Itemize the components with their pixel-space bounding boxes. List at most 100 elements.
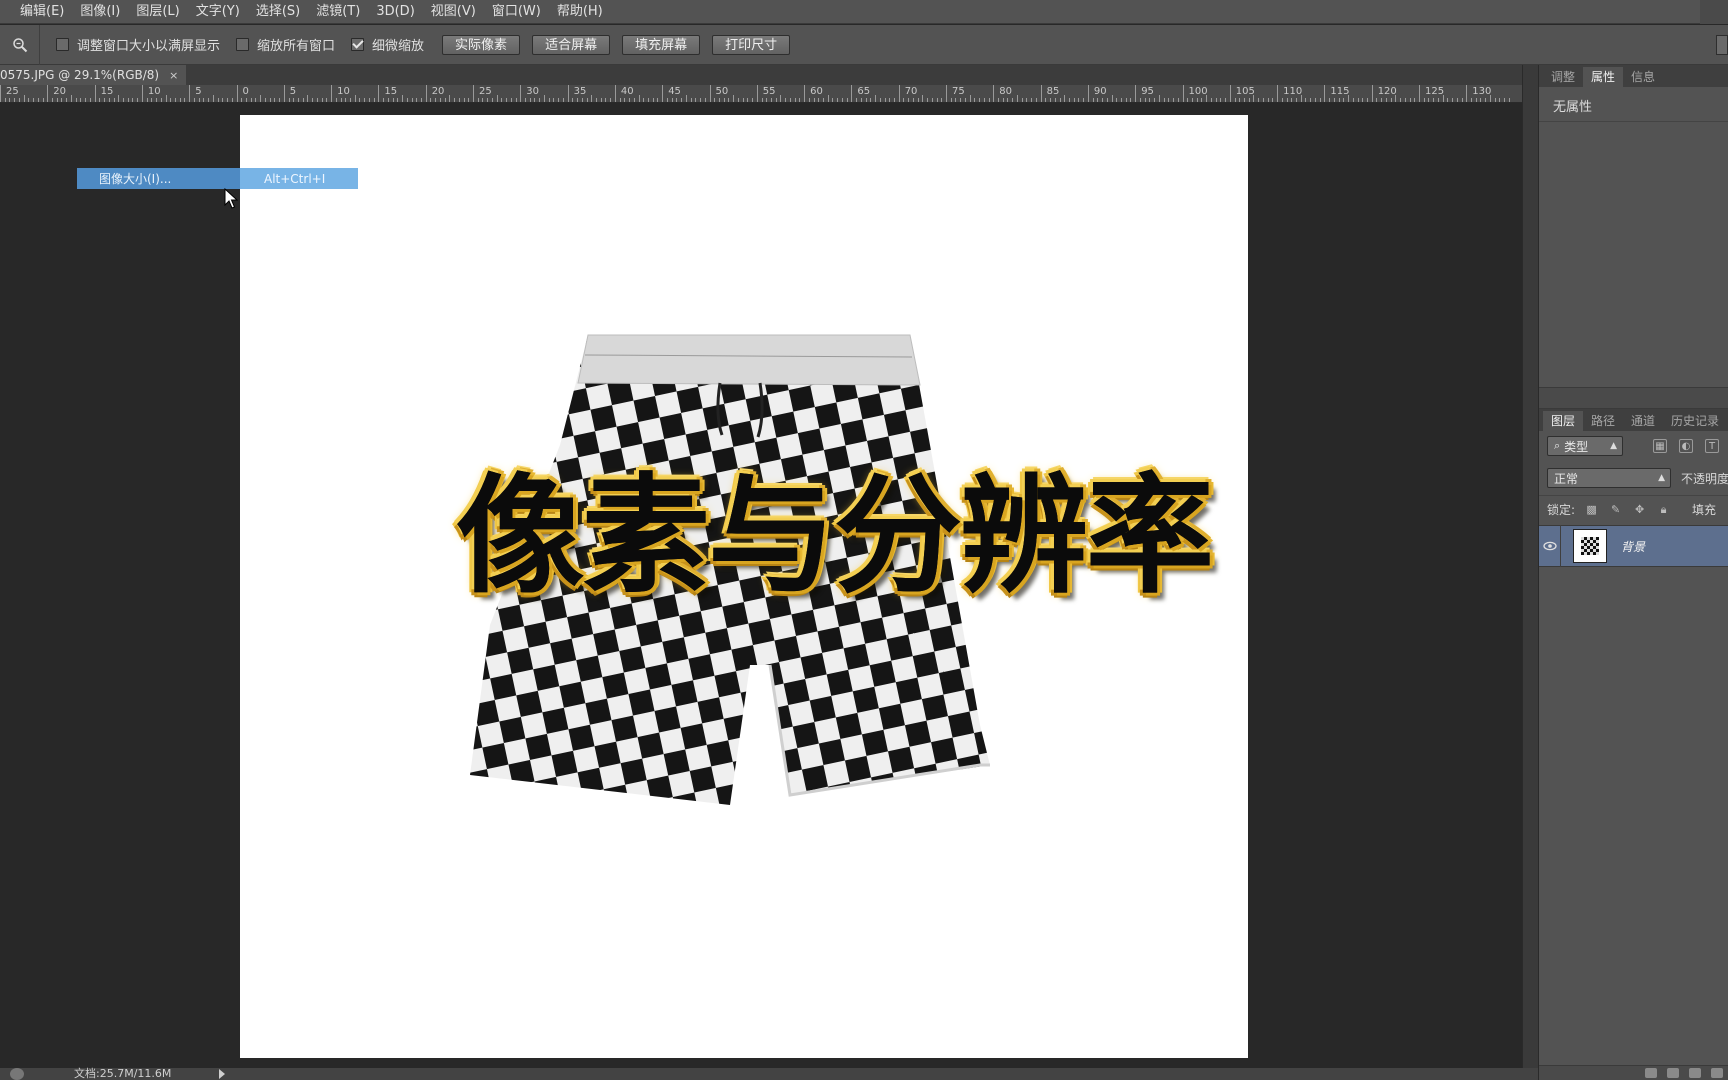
ruler-tick bbox=[558, 98, 560, 102]
print-size-button[interactable]: 打印尺寸 bbox=[712, 34, 791, 55]
pixel-layer-filter-icon[interactable]: ▦ bbox=[1653, 439, 1667, 453]
zoom-tool-button[interactable] bbox=[0, 24, 40, 65]
ruler-tick bbox=[709, 85, 711, 102]
vertical-scrollbar[interactable] bbox=[1522, 65, 1538, 1080]
close-icon[interactable]: × bbox=[169, 69, 178, 82]
menu-3d[interactable]: 3D(D) bbox=[368, 0, 422, 24]
scrubby-zoom-option[interactable]: 细微缩放 bbox=[351, 35, 424, 54]
link-layers-icon[interactable] bbox=[1645, 1068, 1657, 1078]
properties-panel-tabs: 调整 属性 信息 bbox=[1539, 65, 1728, 87]
ruler-tick bbox=[288, 98, 290, 102]
fit-screen-button[interactable]: 适合屏幕 bbox=[532, 34, 611, 55]
lock-pixels-brush-icon[interactable]: ✎ bbox=[1609, 503, 1622, 516]
ruler-tick bbox=[0, 85, 1, 102]
visibility-eye-icon[interactable] bbox=[1539, 525, 1561, 567]
ruler-tick bbox=[1329, 98, 1331, 102]
tab-info[interactable]: 信息 bbox=[1623, 67, 1663, 87]
zoom-all-windows-checkbox[interactable] bbox=[236, 38, 250, 51]
ruler-tick bbox=[217, 98, 219, 102]
tab-paths[interactable]: 路径 bbox=[1583, 411, 1623, 431]
ruler-tick bbox=[1035, 98, 1037, 102]
ruler-tick bbox=[160, 98, 162, 102]
ruler-tick bbox=[581, 98, 583, 102]
lock-position-move-icon[interactable]: ✥ bbox=[1633, 503, 1646, 516]
ruler-tick bbox=[648, 98, 649, 102]
new-adjustment-icon[interactable] bbox=[1711, 1068, 1723, 1078]
ruler-label: 50 bbox=[715, 86, 729, 97]
status-icon[interactable] bbox=[10, 1068, 24, 1080]
blend-mode-dropdown[interactable]: 正常 ▲ bbox=[1547, 468, 1671, 488]
menu-type[interactable]: 文字(Y) bbox=[188, 0, 248, 24]
ruler-tick bbox=[789, 98, 791, 102]
tab-layers[interactable]: 图层 bbox=[1543, 411, 1584, 431]
ruler-tick bbox=[80, 98, 82, 102]
window-control-button[interactable] bbox=[1700, 0, 1728, 24]
ruler-tick bbox=[1423, 98, 1425, 102]
ruler-tick bbox=[1097, 98, 1099, 102]
ruler-tick bbox=[179, 98, 181, 102]
horizontal-ruler[interactable]: 25 20 15 10 5 0 5 10 15 20 25 30 35 40 45 50 55 60 65 70 75 8… bbox=[0, 85, 1522, 103]
add-mask-icon[interactable] bbox=[1689, 1068, 1701, 1078]
workspace-switcher[interactable] bbox=[1716, 35, 1728, 55]
ruler-tick bbox=[269, 98, 271, 102]
ruler-label: 75 bbox=[952, 86, 965, 97]
ruler-tick bbox=[1348, 95, 1350, 102]
resize-windows-checkbox[interactable] bbox=[56, 38, 69, 51]
menu-edit[interactable]: 编辑(E) bbox=[12, 0, 72, 24]
adjustment-layer-filter-icon[interactable]: ◐ bbox=[1679, 439, 1693, 453]
menu-select[interactable]: 选择(S) bbox=[248, 0, 308, 24]
ruler-tick bbox=[577, 98, 579, 102]
ruler-label: 45 bbox=[668, 86, 681, 97]
ruler-tick bbox=[297, 98, 299, 102]
status-menu-arrow-icon[interactable] bbox=[219, 1069, 226, 1079]
menu-view[interactable]: 视图(V) bbox=[423, 0, 484, 24]
ruler-tick bbox=[316, 98, 318, 102]
layer-filter-dropdown[interactable]: ⌕ 类型 ▲ bbox=[1547, 436, 1623, 456]
document-tab-bar: 0575.JPG @ 29.1%(RGB/8) × bbox=[0, 65, 1538, 85]
ruler-label: 30 bbox=[526, 86, 540, 97]
ruler-tick bbox=[1083, 98, 1085, 102]
tab-adjustments[interactable]: 调整 bbox=[1543, 67, 1583, 87]
image-size-menu-item[interactable]: 图像大小(I)... Alt+Ctrl+I bbox=[77, 168, 358, 189]
type-layer-filter-icon[interactable]: T bbox=[1705, 439, 1719, 453]
resize-windows-option[interactable]: 调整窗口大小以满屏显示 bbox=[56, 35, 220, 54]
ruler-tick bbox=[1409, 98, 1411, 102]
menu-layer[interactable]: 图层(L) bbox=[128, 0, 187, 24]
ruler-tick bbox=[170, 98, 172, 102]
ruler-tick bbox=[610, 98, 612, 102]
tab-history[interactable]: 历史记录 bbox=[1663, 411, 1727, 431]
ruler-tick bbox=[406, 98, 408, 102]
menu-image[interactable]: 图像(I) bbox=[72, 0, 128, 24]
ruler-label: 115 bbox=[1330, 86, 1350, 97]
ruler-tick bbox=[37, 98, 39, 102]
fill-screen-button[interactable]: 填充屏幕 bbox=[622, 34, 701, 55]
ruler-tick bbox=[23, 95, 25, 102]
tab-channels[interactable]: 通道 bbox=[1623, 411, 1663, 431]
ruler-tick bbox=[1352, 98, 1354, 102]
scrubby-zoom-checkbox[interactable] bbox=[351, 38, 365, 51]
menu-window[interactable]: 窗口(W) bbox=[484, 0, 549, 24]
panel-divider[interactable] bbox=[1539, 387, 1728, 409]
ruler-tick bbox=[714, 98, 716, 102]
ruler-tick bbox=[633, 98, 635, 102]
ruler-tick bbox=[293, 98, 295, 102]
ruler-tick bbox=[1314, 98, 1316, 102]
layer-style-fx-icon[interactable] bbox=[1667, 1068, 1679, 1078]
layer-row[interactable]: 背景 bbox=[1539, 525, 1728, 567]
menu-help[interactable]: 帮助(H) bbox=[549, 0, 611, 24]
layer-name[interactable]: 背景 bbox=[1621, 538, 1645, 555]
ruler-tick bbox=[122, 98, 124, 102]
layer-thumbnail[interactable] bbox=[1573, 529, 1607, 563]
ruler-tick bbox=[1059, 98, 1061, 102]
tab-properties[interactable]: 属性 bbox=[1583, 67, 1624, 87]
lock-transparent-icon[interactable]: ▩ bbox=[1585, 503, 1598, 516]
ruler-tick bbox=[387, 98, 389, 102]
menu-filter[interactable]: 滤镜(T) bbox=[308, 0, 368, 24]
actual-pixels-button[interactable]: 实际像素 bbox=[442, 34, 521, 55]
document-tab[interactable]: 0575.JPG @ 29.1%(RGB/8) × bbox=[0, 65, 187, 85]
zoom-all-windows-option[interactable]: 缩放所有窗口 bbox=[236, 35, 335, 54]
ruler-tick bbox=[335, 98, 337, 102]
lock-all-icon[interactable]: 🔒︎ bbox=[1657, 503, 1670, 516]
ruler-tick bbox=[1499, 98, 1501, 102]
ruler-tick bbox=[908, 98, 910, 102]
